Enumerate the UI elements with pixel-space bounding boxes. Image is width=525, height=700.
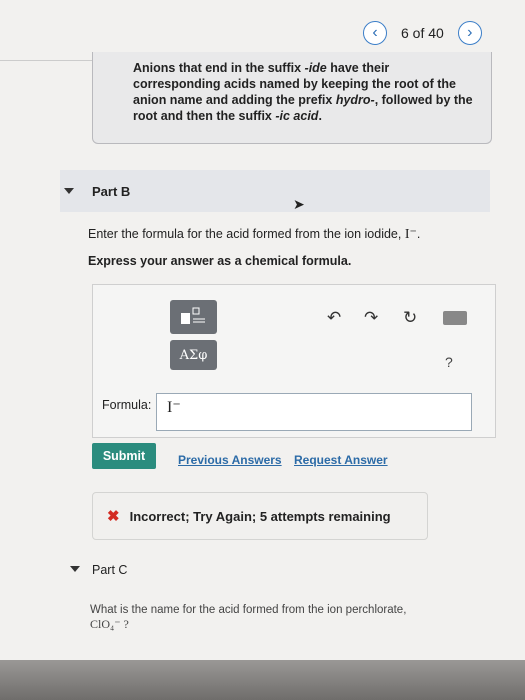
collapse-caret-icon[interactable] xyxy=(64,188,74,194)
greek-symbols-button[interactable]: ΑΣφ xyxy=(170,340,217,370)
reset-icon[interactable]: ↻ xyxy=(403,308,417,328)
answer-instruction: Express your answer as a chemical formul… xyxy=(88,254,352,268)
hint-panel: Anions that end in the suffix -ide have … xyxy=(92,52,492,144)
divider xyxy=(0,60,93,61)
feedback-text: Incorrect; Try Again; 5 attempts remaini… xyxy=(129,508,391,524)
formula-input[interactable]: I⁻ xyxy=(156,393,472,431)
mouse-pointer-icon: ➤ xyxy=(293,196,305,212)
perchlorate-ion: ClO₄⁻ ? xyxy=(90,617,129,631)
part-c-question: What is the name for the acid formed fro… xyxy=(90,604,407,616)
pagination: ‹ 6 of 40 › xyxy=(363,20,482,46)
part-b-question: Enter the formula for the acid formed fr… xyxy=(88,226,420,243)
feedback-message: ✖ Incorrect; Try Again; 5 attempts remai… xyxy=(92,492,428,540)
question-end: . xyxy=(416,227,421,241)
question-text: Enter the formula for the acid formed fr… xyxy=(88,227,405,241)
previous-item-button[interactable]: ‹ xyxy=(363,21,387,45)
template-icon xyxy=(180,307,205,324)
help-button[interactable]: ? xyxy=(445,354,453,370)
formula-label: Formula: xyxy=(102,398,152,412)
hint-suffix-ide: -ide xyxy=(304,61,327,75)
iodide-ion: I⁻ xyxy=(404,227,417,242)
request-answer-link[interactable]: Request Answer xyxy=(294,453,388,467)
undo-icon[interactable]: ↶ xyxy=(327,308,341,328)
part-b-title: Part B xyxy=(92,183,131,199)
screen-bezel xyxy=(0,660,525,700)
browser-viewport: ‹ 6 of 40 › Anions that end in the suffi… xyxy=(0,0,525,660)
hint-prefix-hydro: hydro- xyxy=(335,93,375,107)
hint-text: . xyxy=(318,109,322,123)
hint-suffix-ic-acid: -ic acid xyxy=(275,109,319,123)
keyboard-icon[interactable] xyxy=(443,311,467,325)
previous-answers-link[interactable]: Previous Answers xyxy=(178,453,282,467)
part-c-caret-icon[interactable] xyxy=(70,566,80,572)
incorrect-icon: ✖ xyxy=(107,508,120,525)
template-tool-button[interactable] xyxy=(170,300,217,334)
hint-text: Anions that end in the suffix xyxy=(133,61,305,75)
part-b-header[interactable]: Part B xyxy=(60,170,490,212)
redo-icon[interactable]: ↷ xyxy=(364,308,378,328)
part-c-title[interactable]: Part C xyxy=(92,563,127,577)
item-position: 6 of 40 xyxy=(401,25,444,41)
next-item-button[interactable]: › xyxy=(457,21,482,45)
submit-button[interactable]: Submit xyxy=(92,443,156,469)
